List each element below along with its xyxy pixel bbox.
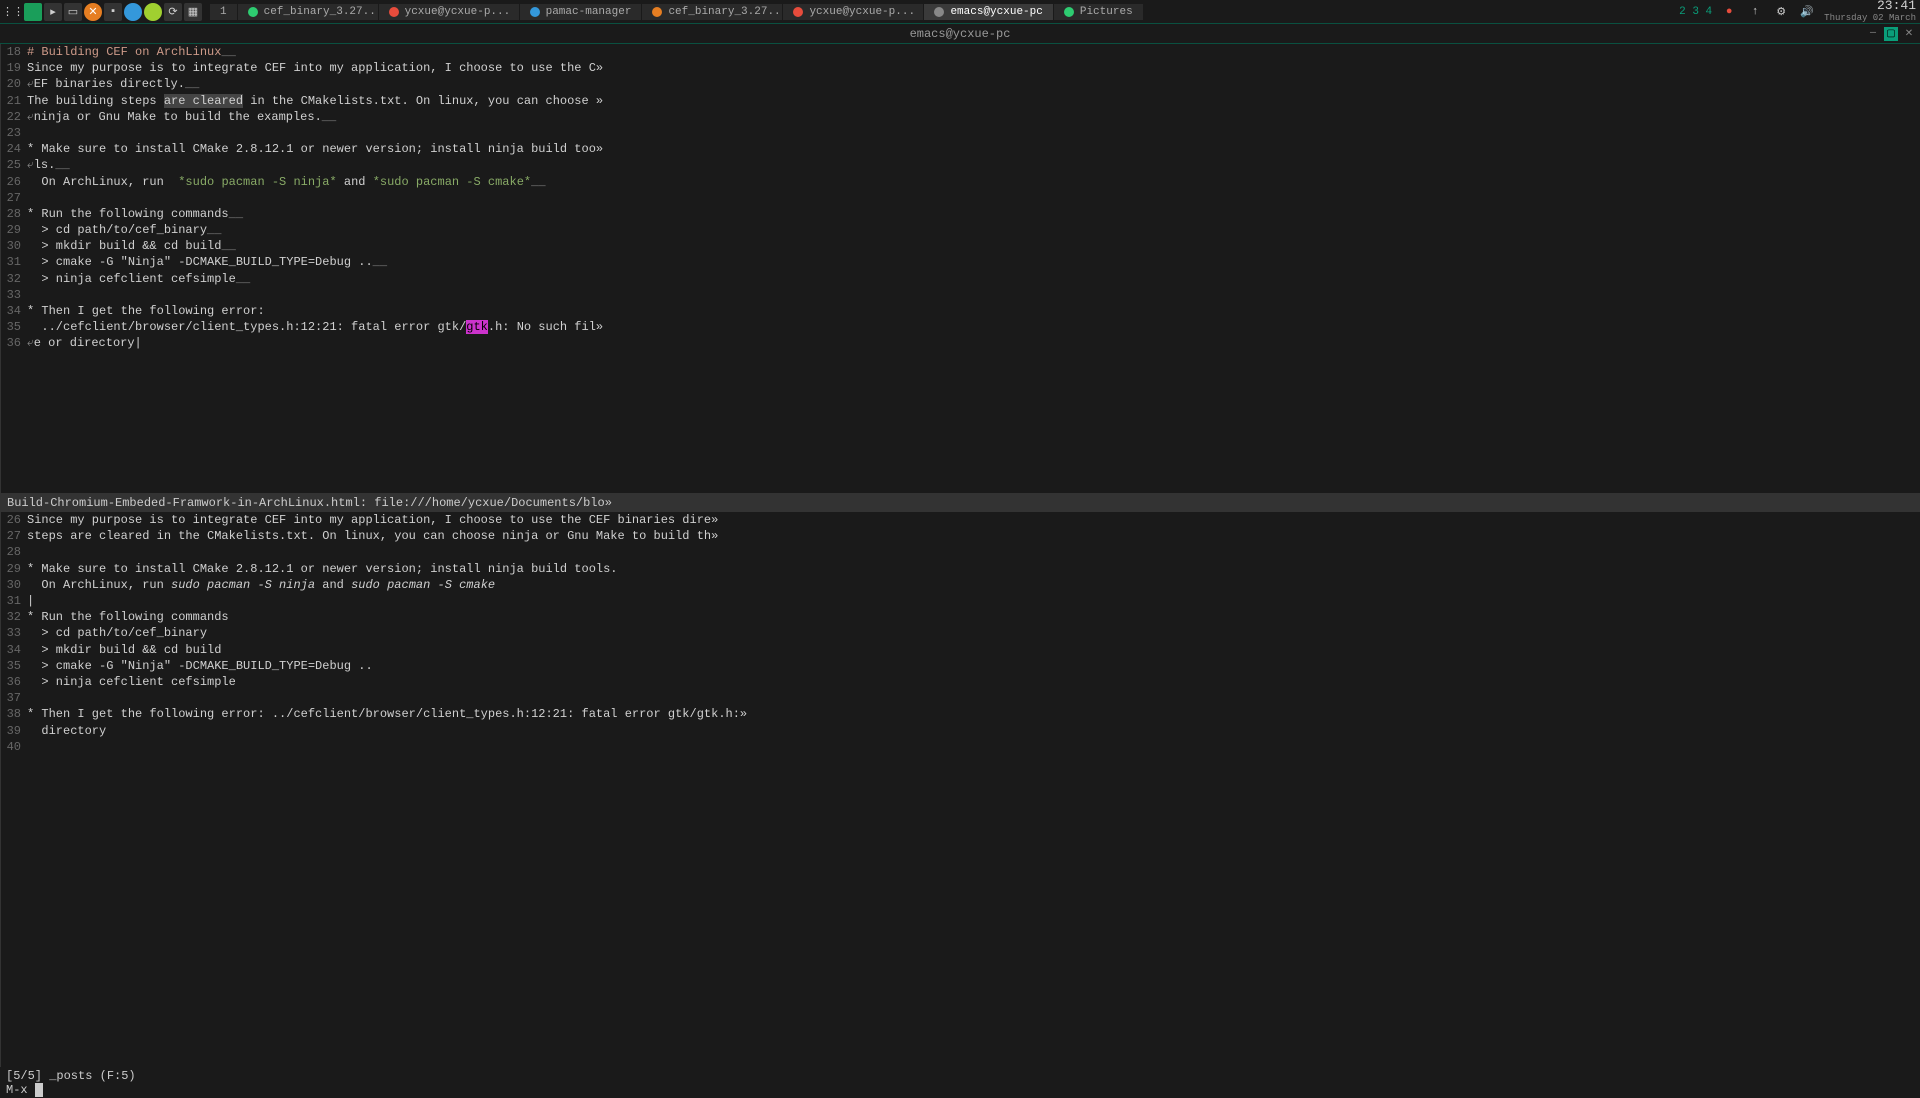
system-taskbar: ⋮⋮ ▸ ▭ ✕ ▪ ⟳ ▦ 1 cef_binary_3.27... ycxue@… [0,0,1920,24]
clock[interactable]: 23:41 Thursday 02 March [1824,0,1916,24]
app-icon-4[interactable] [144,3,162,21]
task-tab-label: pamac-manager [546,6,632,18]
tray-icon-2[interactable]: ↑ [1746,3,1764,21]
window-title: emacs@ycxue-pc [910,27,1011,41]
app-icon-2[interactable]: ✕ [84,3,102,21]
minibuffer-prompt: M-x [6,1084,35,1098]
clock-time: 23:41 [1824,0,1916,14]
gutter: 18 19 20 21 22 23 24 25 26 27 28 29 30 3… [1,44,27,493]
task-tab-label: ycxue@ycxue-p... [405,6,511,18]
app-icon-3[interactable]: ▪ [104,3,122,21]
app-dot-icon [248,7,258,17]
task-tab[interactable]: cef_binary_3.27... [642,4,782,20]
app-dot-icon [934,7,944,17]
pane-bottom-left[interactable]: 26 27 28 29 30 31 32 33 34 35 36 37 38 3… [1,512,1920,1067]
app-icon-1[interactable]: ▸ [44,3,62,21]
minibuffer-status: [5/5] _posts (F:5) [6,1069,1914,1083]
app-dot-icon [1064,7,1074,17]
tray-volume-icon[interactable]: 🔊 [1798,3,1816,21]
app-icon-5[interactable]: ⟳ [164,3,182,21]
cursor [35,1083,43,1097]
task-tab[interactable]: cef_binary_3.27... [238,4,378,20]
task-tab[interactable]: emacs@ycxue-pc [924,4,1052,20]
buffer-path: Build-Chromium-Embeded-Framwork-in-ArchL… [7,496,612,510]
menu-icon[interactable]: ⋮⋮ [4,3,22,21]
app-dot-icon [389,7,399,17]
emacs-frame: .. (up a dir) /home/ycxue/Documents/ ▾🗀b… [0,44,1920,1067]
maximize-button[interactable]: ▢ [1884,27,1898,41]
pane-bl-statusline: Build-Chromium-Embeded-Framwork-in-ArchL… [1,494,1920,512]
tray-settings-icon[interactable]: ⚙ [1772,3,1790,21]
chromium-icon[interactable] [124,3,142,21]
clock-date: Thursday 02 March [1824,14,1916,24]
taskbar-windows: 1 cef_binary_3.27... ycxue@ycxue-p... pamac… [210,4,1143,20]
task-tab-label: cef_binary_3.27... [668,6,782,18]
task-tab-label: Pictures [1080,6,1133,18]
task-tab-label: ycxue@ycxue-p... [809,6,915,18]
app-dot-icon [530,7,540,17]
close-button[interactable]: ✕ [1902,27,1916,41]
gutter: 26 27 28 29 30 31 32 33 34 35 36 37 38 3… [1,512,27,1067]
pane-top-left[interactable]: 18 19 20 21 22 23 24 25 26 27 28 29 30 3… [1,44,1920,494]
tray-icon-1[interactable]: ● [1720,3,1738,21]
task-tab[interactable]: Pictures [1054,4,1143,20]
terminal-icon[interactable] [24,3,42,21]
task-tab[interactable]: ycxue@ycxue-p... [783,4,923,20]
taskbar-launchers: ⋮⋮ ▸ ▭ ✕ ▪ ⟳ ▦ [4,3,202,21]
minibuffer[interactable]: [5/5] _posts (F:5) M-x [0,1067,1920,1095]
task-tab[interactable]: ycxue@ycxue-p... [379,4,519,20]
workspace-indicator[interactable]: 2 3 4 [1679,6,1712,18]
window-titlebar: emacs@ycxue-pc — ▢ ✕ [0,24,1920,44]
task-tab-label: 1 [220,6,227,18]
minimize-button[interactable]: — [1866,27,1880,41]
task-tab-label: emacs@ycxue-pc [950,6,1042,18]
files-icon[interactable]: ▭ [64,3,82,21]
task-tab-label: cef_binary_3.27... [264,6,378,18]
task-tab[interactable]: 1 [210,4,237,20]
app-dot-icon [652,7,662,17]
taskbar-tray: 2 3 4 ● ↑ ⚙ 🔊 23:41 Thursday 02 March [1679,0,1916,24]
code-content[interactable]: # Building CEF on ArchLinux__ Since my p… [27,44,1920,493]
app-dot-icon [793,7,803,17]
task-tab[interactable]: pamac-manager [520,4,642,20]
code-content[interactable]: Since my purpose is to integrate CEF int… [27,512,1920,1067]
editor-column: 18 19 20 21 22 23 24 25 26 27 28 29 30 3… [1,44,1920,1067]
app-icon-6[interactable]: ▦ [184,3,202,21]
